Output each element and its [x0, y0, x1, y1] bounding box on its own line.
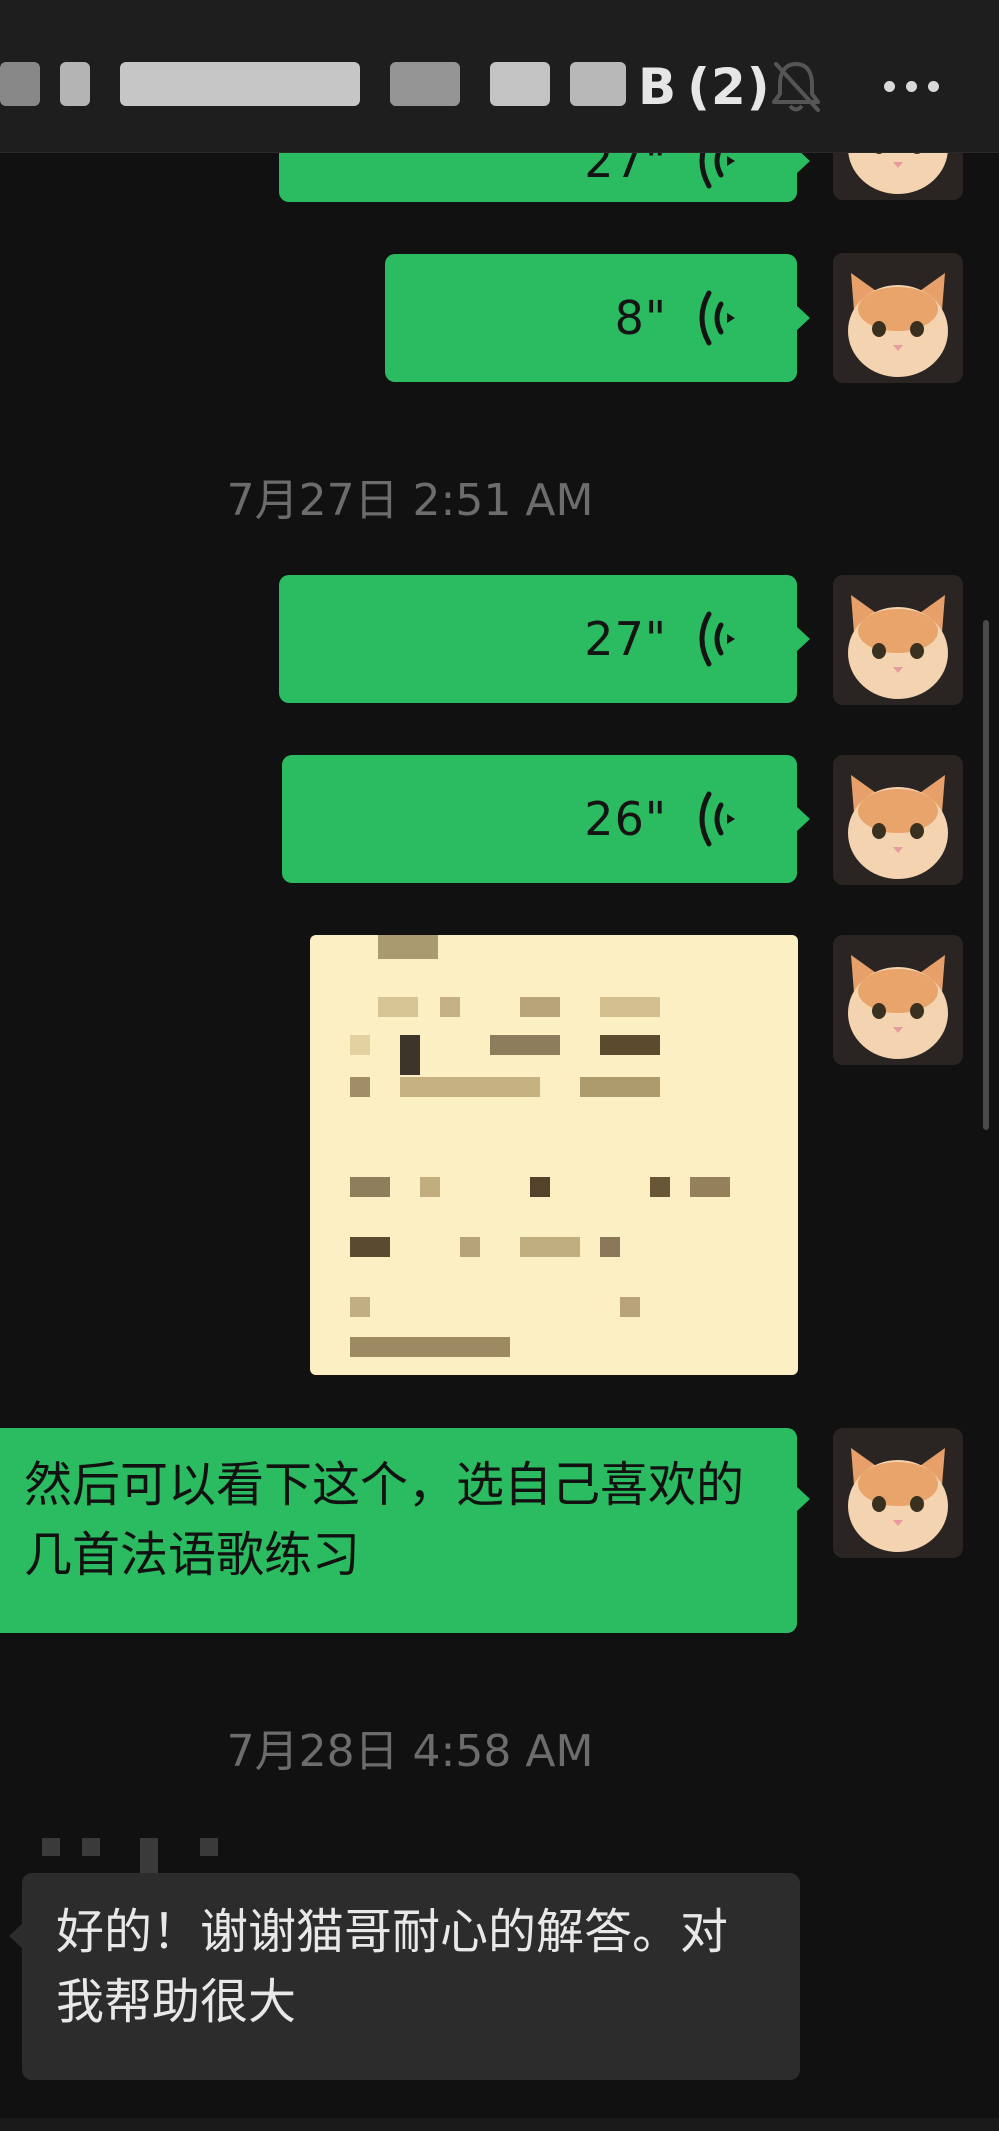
pixelated-block — [350, 1337, 510, 1357]
pixelated-block — [400, 1077, 540, 1097]
more-options-icon[interactable] — [878, 64, 944, 108]
member-count: (2) — [687, 58, 771, 116]
pixelated-block — [400, 1035, 420, 1075]
pixelated-block — [440, 997, 460, 1017]
message-timestamp: 7月27日 2:51 AM — [226, 475, 594, 526]
message-timestamp: 7月28日 4:58 AM — [226, 1726, 594, 1777]
pixelated-block — [378, 997, 418, 1017]
chat-title-redacted — [490, 62, 550, 106]
voice-wave-icon — [699, 611, 735, 667]
self-avatar[interactable] — [833, 575, 963, 705]
pixelated-block — [460, 1237, 480, 1257]
input-bar-edge — [0, 2118, 999, 2131]
self-avatar[interactable] — [833, 253, 963, 383]
pixelated-block — [350, 1177, 390, 1197]
chat-title-redacted — [120, 62, 360, 106]
pixelated-block — [378, 935, 438, 959]
pixelated-block — [600, 997, 660, 1017]
self-avatar[interactable] — [833, 935, 963, 1065]
self-avatar[interactable] — [833, 755, 963, 885]
pixelated-block — [350, 1035, 370, 1055]
chat-title-redacted — [60, 62, 90, 106]
pixelated-block — [520, 1237, 580, 1257]
pixelated-block — [600, 1035, 660, 1055]
self-avatar[interactable] — [833, 1428, 963, 1558]
pixelated-block — [620, 1297, 640, 1317]
pixelated-block — [350, 1077, 370, 1097]
voice-message[interactable]: 8" — [385, 254, 810, 382]
sender-name-redacted — [200, 1838, 218, 1856]
chat-title-redacted — [570, 62, 626, 106]
pixelated-block — [350, 1297, 370, 1317]
sender-name-redacted — [42, 1838, 60, 1856]
pixelated-block — [600, 1237, 620, 1257]
text-message-incoming[interactable]: 好的！谢谢猫哥耐心的解答。对我帮助很大 — [9, 1873, 800, 2080]
voice-duration: 8" — [614, 291, 667, 345]
voice-message[interactable]: 27" — [279, 575, 810, 703]
pixelated-block — [580, 1077, 660, 1097]
chat-message-list[interactable]: 27" 8" 7月27日 2:51 AM 27" 26" 然后可以看下这个，选自… — [0, 0, 999, 2131]
mute-bell-icon — [772, 62, 820, 112]
image-message[interactable] — [310, 935, 798, 1375]
pixelated-block — [350, 1237, 390, 1257]
sender-name-redacted — [82, 1838, 100, 1856]
chat-header: B (2) — [0, 0, 999, 153]
voice-wave-icon — [699, 290, 735, 346]
chat-title-suffix: B — [638, 58, 678, 116]
pixelated-block — [650, 1177, 670, 1197]
sender-name-redacted — [140, 1838, 158, 1874]
voice-duration: 26" — [584, 792, 667, 846]
chat-title-redacted[interactable] — [0, 62, 40, 106]
voice-duration: 27" — [584, 612, 667, 666]
chat-title-redacted — [390, 62, 460, 106]
pixelated-block — [520, 997, 560, 1017]
voice-message[interactable]: 26" — [282, 755, 810, 883]
message-text: 然后可以看下这个，选自己喜欢的几首法语歌练习 — [24, 1457, 745, 1583]
pixelated-block — [420, 1177, 440, 1197]
scrollbar[interactable] — [983, 620, 989, 1130]
pixelated-block — [490, 1035, 560, 1055]
pixelated-block — [690, 1177, 730, 1197]
text-message[interactable]: 然后可以看下这个，选自己喜欢的几首法语歌练习 — [0, 1428, 810, 1633]
voice-wave-icon — [699, 791, 735, 847]
message-text: 好的！谢谢猫哥耐心的解答。对我帮助很大 — [56, 1904, 729, 2030]
pixelated-block — [530, 1177, 550, 1197]
chat-title[interactable]: B (2) — [638, 58, 771, 116]
